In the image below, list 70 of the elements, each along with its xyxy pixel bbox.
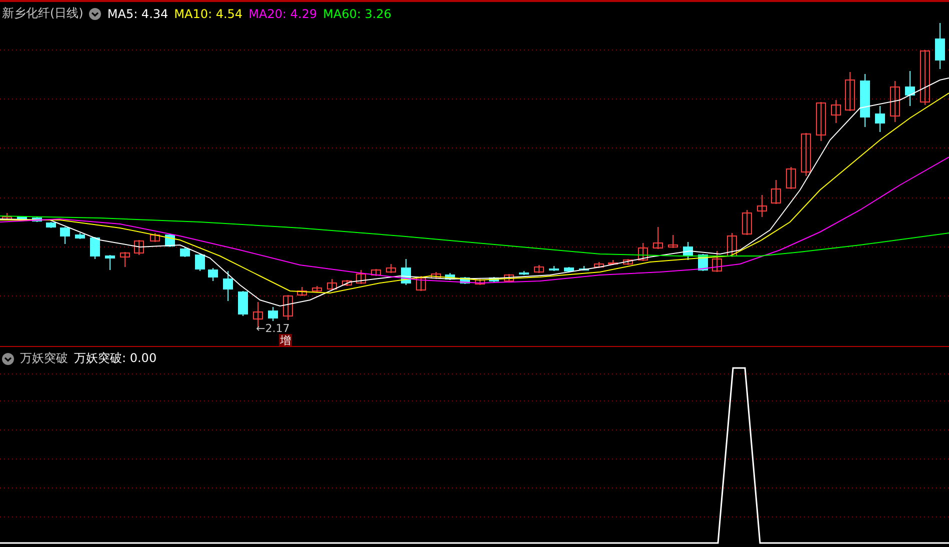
candlestick	[150, 232, 160, 242]
chart-title: 新乡化纤(日线)	[2, 5, 84, 22]
candlestick	[223, 270, 233, 302]
candlestick	[60, 226, 70, 244]
candlestick	[208, 268, 218, 282]
candlestick	[342, 280, 352, 286]
candlestick	[371, 268, 381, 276]
candlestick	[297, 286, 307, 296]
candlestick	[2, 212, 12, 220]
candlestick	[860, 74, 870, 128]
candlestick	[445, 272, 455, 280]
candlestick	[608, 260, 618, 266]
legend-value: 万妖突破: 0.00	[74, 350, 157, 367]
candlestick	[534, 264, 544, 274]
candlestick	[683, 242, 693, 260]
candlestick	[504, 274, 514, 282]
signal-badge: 增	[279, 334, 292, 347]
candlestick	[668, 234, 678, 248]
legend-value: MA5: 4.34	[107, 6, 168, 20]
candlestick	[786, 166, 796, 190]
candlestick	[431, 272, 441, 280]
candlestick	[120, 252, 130, 268]
candlestick	[905, 70, 915, 106]
candlestick	[489, 276, 499, 282]
legend-value: MA60: 3.26	[323, 6, 392, 20]
candlestick	[653, 226, 663, 250]
candlestick	[75, 232, 85, 240]
candlestick	[579, 266, 589, 270]
candlestick	[935, 22, 945, 70]
candlestick	[890, 80, 900, 122]
candlestick	[386, 264, 396, 274]
candlestick	[312, 286, 322, 292]
candlestick	[32, 216, 42, 222]
legend-value: MA10: 4.54	[174, 6, 243, 20]
candlestick	[416, 276, 426, 292]
indicator-title: 万妖突破	[20, 350, 68, 367]
candlestick	[742, 210, 752, 236]
dropdown-icon[interactable]	[2, 352, 14, 364]
candlestick	[564, 266, 574, 272]
candlestick	[712, 250, 722, 272]
candlestick	[90, 236, 100, 260]
candlestick	[594, 262, 604, 268]
candlestick	[475, 278, 485, 286]
candlestick	[771, 180, 781, 204]
candlestick	[401, 258, 411, 286]
candlestick	[845, 72, 855, 112]
legend-value: MA20: 4.29	[248, 6, 317, 20]
candlestick	[134, 240, 144, 256]
candlestick	[831, 100, 841, 124]
candlestick	[623, 258, 633, 266]
candlestick	[757, 194, 767, 218]
candlestick	[283, 294, 293, 320]
candlestick	[816, 102, 826, 142]
candlestick	[238, 290, 248, 316]
low-price-label: ←2.17	[256, 322, 290, 335]
candlestick	[180, 246, 190, 258]
candlestick	[638, 242, 648, 262]
candlestick	[327, 278, 337, 290]
candlestick	[460, 276, 470, 284]
candlestick	[268, 306, 278, 322]
candlestick	[195, 254, 205, 272]
candlestick	[875, 106, 885, 132]
candlestick	[46, 222, 56, 228]
candlestick	[356, 270, 366, 284]
candlestick	[727, 232, 737, 258]
dropdown-icon[interactable]	[89, 8, 102, 20]
candlestick	[17, 216, 27, 220]
candlestick	[105, 254, 115, 270]
candlestick	[920, 50, 930, 106]
candlestick	[801, 132, 811, 176]
